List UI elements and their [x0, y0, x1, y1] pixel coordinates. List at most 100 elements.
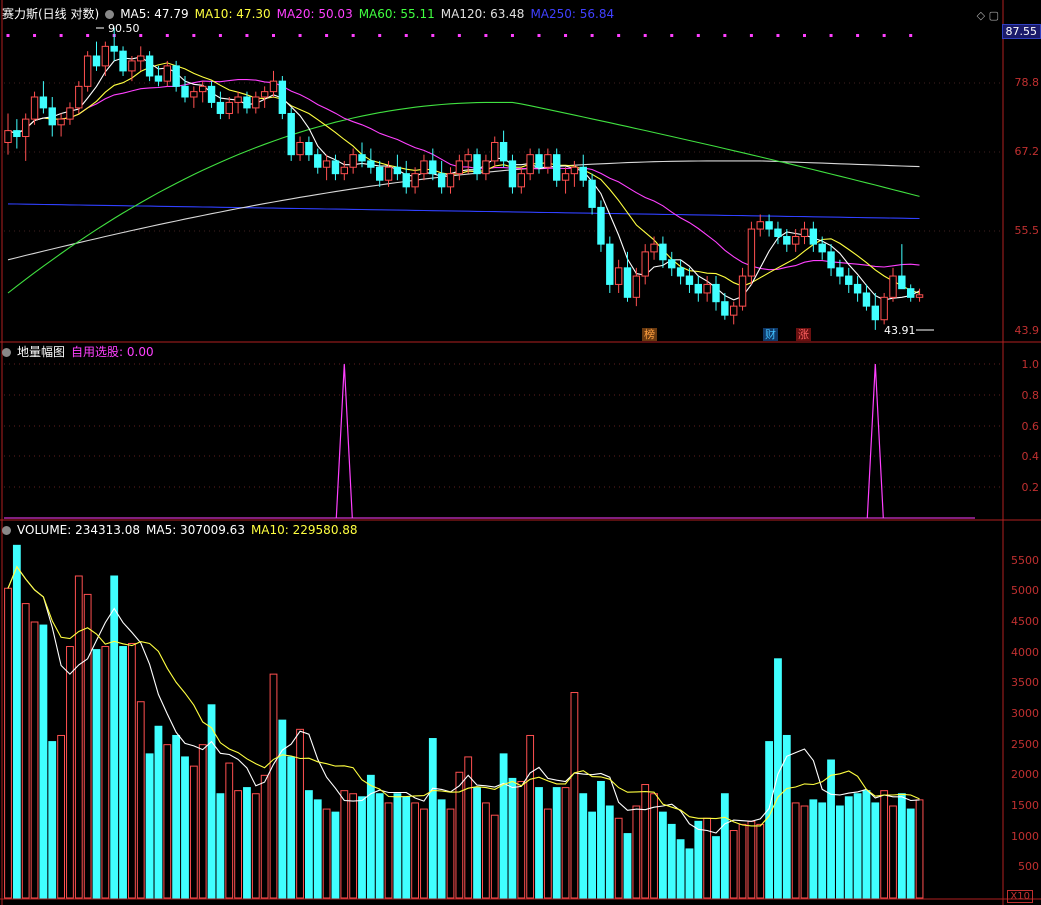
- volume-bar: [818, 802, 827, 899]
- volume-bar: [393, 793, 402, 899]
- candle-body: [243, 96, 251, 109]
- candle-body: [287, 112, 295, 156]
- candle-body: [376, 166, 384, 181]
- candle-body: [39, 96, 48, 109]
- volume-tick: 3500: [1011, 676, 1039, 690]
- candle-body: [791, 236, 800, 245]
- volume-bar: [508, 777, 517, 899]
- volume-bar: [119, 646, 127, 899]
- candle-body: [871, 305, 879, 321]
- ma120-line: [7, 160, 920, 261]
- candle-body: [429, 160, 437, 175]
- volume-bar: [499, 753, 508, 899]
- volume-bar: [136, 701, 145, 899]
- volume-bar: [384, 802, 393, 899]
- volume-bar: [880, 790, 889, 899]
- volume-bar: [12, 544, 21, 899]
- volume-bar: [66, 646, 74, 899]
- signal-dot: [457, 34, 461, 37]
- candle-body: [455, 160, 464, 175]
- window-icon[interactable]: ▢: [989, 9, 999, 22]
- volume-title: VOLUME: 234313.08: [17, 523, 140, 537]
- volume-bar: [570, 692, 579, 899]
- candle-body: [818, 243, 826, 253]
- volume-bar: [915, 799, 924, 899]
- candle-body: [703, 283, 711, 294]
- badge-cai[interactable]: 财: [763, 328, 778, 341]
- candle-body: [349, 154, 357, 168]
- volume-bar: [827, 759, 835, 899]
- candle-body: [48, 107, 56, 126]
- candle-body: [75, 85, 83, 109]
- volume-bar: [473, 787, 481, 899]
- indicator-value: 自用选股: 0.00: [71, 345, 154, 359]
- candle-body: [499, 141, 508, 162]
- candle-body: [66, 107, 74, 120]
- signal-dot: [431, 34, 435, 37]
- candle-body: [473, 154, 481, 175]
- diamond-icon[interactable]: ◇: [977, 9, 985, 22]
- badge-bang[interactable]: 榜: [642, 328, 657, 341]
- signal-dot: [590, 34, 594, 37]
- candle-body: [92, 55, 101, 67]
- signal-dot: [696, 34, 700, 37]
- signal-dot: [6, 34, 10, 37]
- volume-bar: [535, 787, 543, 899]
- ma-legend-item: MA20: 50.03: [276, 7, 353, 21]
- volume-bar: [74, 575, 83, 899]
- volume-bar: [287, 756, 296, 899]
- volume-bar: [83, 593, 92, 899]
- volume-panel-header: VOLUME: 234313.08 MA5: 307009.63 MA10: 229…: [2, 522, 364, 538]
- candle-body: [880, 296, 888, 321]
- candle-body: [650, 243, 658, 253]
- signal-spike: [866, 363, 884, 519]
- settings-circle-icon[interactable]: [2, 348, 11, 357]
- candle-body: [199, 85, 207, 93]
- candle-body: [570, 166, 579, 175]
- volume-bar: [676, 839, 685, 899]
- ma-legend-item: MA120: 63.48: [440, 7, 525, 21]
- volume-bar: [889, 805, 897, 899]
- candle-body: [561, 173, 570, 181]
- candle-body: [535, 154, 543, 168]
- badge-zhang[interactable]: 涨: [796, 328, 811, 341]
- candle-body: [411, 173, 419, 188]
- candle-body: [278, 80, 287, 114]
- volume-bar: [720, 793, 729, 899]
- settings-circle-icon[interactable]: [2, 526, 11, 535]
- ma-legend: MA5: 47.79 MA10: 47.30 MA20: 50.03 MA60: 55…: [120, 7, 620, 21]
- volume-bar: [260, 774, 269, 899]
- signal-dot: [803, 34, 806, 37]
- volume-bar: [632, 805, 641, 899]
- volume-bar: [526, 734, 535, 899]
- volume-bar: [402, 796, 411, 899]
- candle-body: [491, 141, 499, 162]
- signal-dot: [245, 34, 249, 37]
- volume-bar: [411, 802, 420, 899]
- volume-bar: [189, 765, 198, 899]
- volume-bar: [543, 808, 552, 899]
- candle-body: [314, 154, 322, 168]
- volume-bar: [844, 796, 853, 899]
- volume-tick: 1000: [1011, 829, 1039, 843]
- candle-body: [119, 50, 127, 72]
- volume-bar: [92, 649, 101, 899]
- panel-toolbar-icons[interactable]: ◇ ▢: [977, 9, 999, 22]
- candle-body: [853, 283, 862, 294]
- volume-bar: [216, 793, 225, 899]
- volume-bar: [420, 808, 428, 899]
- signal-dot: [510, 34, 514, 37]
- candle-body: [464, 154, 472, 162]
- volume-bar: [234, 790, 242, 899]
- volume-bar: [340, 790, 349, 899]
- candle-body: [597, 206, 605, 245]
- signal-dot: [165, 34, 169, 37]
- settings-circle-icon[interactable]: [105, 10, 115, 19]
- candle-body: [190, 91, 198, 98]
- signal-dot: [749, 34, 753, 37]
- signal-dot: [351, 34, 355, 37]
- candle-body: [827, 251, 835, 269]
- volume-bar: [21, 603, 30, 899]
- candle-body: [721, 301, 729, 316]
- volume-bar: [163, 744, 172, 899]
